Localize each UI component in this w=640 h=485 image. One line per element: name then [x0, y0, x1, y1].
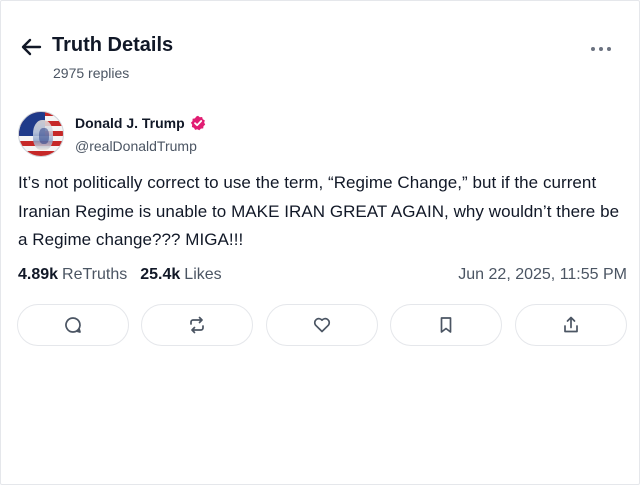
avatar[interactable]: [18, 111, 64, 157]
author-name[interactable]: Donald J. Trump: [75, 115, 185, 131]
likes-label: Likes: [184, 266, 222, 283]
heart-icon: [313, 317, 331, 333]
author-handle[interactable]: @realDonaldTrump: [75, 138, 197, 154]
share-icon: [564, 316, 578, 333]
post-timestamp: Jun 22, 2025, 11:55 PM: [458, 266, 627, 283]
reply-button[interactable]: [17, 304, 129, 346]
more-options-icon[interactable]: [589, 42, 613, 56]
like-button[interactable]: [266, 304, 378, 346]
bookmark-button[interactable]: [390, 304, 502, 346]
post-text: It’s not politically correct to use the …: [18, 173, 620, 249]
comment-icon: [65, 317, 81, 333]
bookmark-icon: [440, 317, 452, 333]
page-title: Truth Details: [52, 34, 174, 56]
likes-count: 25.4k: [140, 266, 181, 283]
share-button[interactable]: [515, 304, 627, 346]
reply-count: 2975 replies: [53, 65, 130, 81]
retruths-count: 4.89k: [18, 266, 59, 283]
author-row: Donald J. Trump: [75, 115, 206, 131]
retruths-label: ReTruths: [62, 266, 128, 283]
retruth-button[interactable]: [141, 304, 253, 346]
retruths-stat[interactable]: 4.89k ReTruths: [18, 266, 127, 284]
verified-badge-icon: [190, 115, 205, 131]
back-arrow-icon[interactable]: [20, 37, 42, 57]
likes-stat[interactable]: 25.4k Likes: [140, 266, 221, 284]
repost-icon: [190, 316, 204, 334]
post-stats: 4.89k ReTruths 25.4k Likes: [18, 266, 235, 284]
